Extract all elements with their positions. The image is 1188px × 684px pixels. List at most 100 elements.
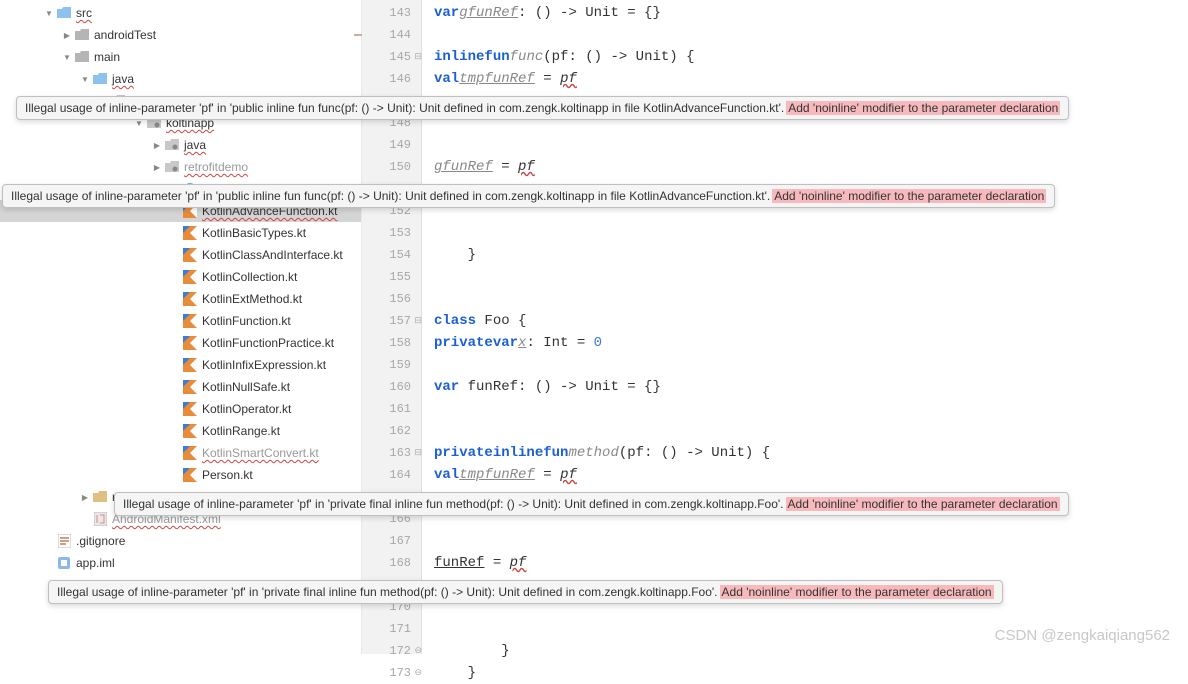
gutter-line-163[interactable]: 163⊟ <box>362 442 421 464</box>
tree-arrow-icon[interactable] <box>170 338 180 348</box>
tree-item-app-iml[interactable]: app.iml <box>0 552 361 574</box>
tree-item-kotlinfunctionpractice-kt[interactable]: KotlinFunctionPractice.kt <box>0 332 361 354</box>
gutter-line-144[interactable]: 144 <box>362 24 421 46</box>
tree-item-java[interactable]: ▶java <box>0 134 361 156</box>
tree-item-androidtest[interactable]: ▶androidTest <box>0 24 361 46</box>
tree-item-kotlinfunction-kt[interactable]: KotlinFunction.kt <box>0 310 361 332</box>
error-tooltip[interactable]: Illegal usage of inline-parameter 'pf' i… <box>2 184 1055 208</box>
tooltip-fix[interactable]: Add 'noinline' modifier to the parameter… <box>786 101 1060 115</box>
gutter-line-156[interactable]: 156 <box>362 288 421 310</box>
tree-arrow-icon[interactable] <box>170 272 180 282</box>
tree-item-kotlinrange-kt[interactable]: KotlinRange.kt <box>0 420 361 442</box>
tree-arrow-icon[interactable] <box>170 382 180 392</box>
gutter-line-146[interactable]: 146 <box>362 68 421 90</box>
code-line-155[interactable] <box>422 266 1188 288</box>
tree-arrow-icon[interactable] <box>44 536 54 546</box>
code-line-144[interactable] <box>422 24 1188 46</box>
gutter-line-173[interactable]: 173⊖ <box>362 662 421 684</box>
gutter-line-171[interactable]: 171 <box>362 618 421 640</box>
gutter-line-150[interactable]: 150 <box>362 156 421 178</box>
tree-item-retrofitdemo[interactable]: ▶retrofitdemo <box>0 156 361 178</box>
gutter-line-157[interactable]: 157⊟ <box>362 310 421 332</box>
tree-item-kotlinnullsafe-kt[interactable]: KotlinNullSafe.kt <box>0 376 361 398</box>
code-line-173[interactable]: } <box>422 662 1188 684</box>
tree-item-kotlinbasictypes-kt[interactable]: KotlinBasicTypes.kt <box>0 222 361 244</box>
code-line-159[interactable] <box>422 354 1188 376</box>
code-line-161[interactable] <box>422 398 1188 420</box>
code-line-153[interactable] <box>422 222 1188 244</box>
code-line-143[interactable]: var gfunRef: () -> Unit = {} <box>422 2 1188 24</box>
tree-item-kotlininfixexpression-kt[interactable]: KotlinInfixExpression.kt <box>0 354 361 376</box>
tree-arrow-icon[interactable] <box>170 448 180 458</box>
tooltip-fix[interactable]: Add 'noinline' modifier to the parameter… <box>786 497 1060 511</box>
tree-item-main[interactable]: ▼main <box>0 46 361 68</box>
tree-item-kotlinclassandinterface-kt[interactable]: KotlinClassAndInterface.kt <box>0 244 361 266</box>
code-line-162[interactable] <box>422 420 1188 442</box>
tree-item-java[interactable]: ▼java <box>0 68 361 90</box>
folder-icon <box>74 28 90 42</box>
tree-arrow-icon[interactable] <box>170 316 180 326</box>
code-line-163[interactable]: private inline fun method(pf: () -> Unit… <box>422 442 1188 464</box>
tree-arrow-icon[interactable]: ▶ <box>152 140 162 150</box>
tree-arrow-icon[interactable]: ▼ <box>44 8 54 18</box>
gutter-line-161[interactable]: 161 <box>362 398 421 420</box>
tree-arrow-icon[interactable]: ▶ <box>62 30 72 40</box>
tooltip-fix[interactable]: Add 'noinline' modifier to the parameter… <box>720 585 994 599</box>
tree-item-kotlinoperator-kt[interactable]: KotlinOperator.kt <box>0 398 361 420</box>
tree-item-kotlincollection-kt[interactable]: KotlinCollection.kt <box>0 266 361 288</box>
tree-arrow-icon[interactable] <box>170 360 180 370</box>
code-line-149[interactable] <box>422 134 1188 156</box>
tree-arrow-icon[interactable] <box>170 250 180 260</box>
tree-arrow-icon[interactable] <box>170 404 180 414</box>
code-line-156[interactable] <box>422 288 1188 310</box>
code-line-158[interactable]: private var x: Int = 0 <box>422 332 1188 354</box>
code-line-167[interactable] <box>422 530 1188 552</box>
gutter-line-162[interactable]: 162 <box>362 420 421 442</box>
fold-open-icon[interactable]: ⊟ <box>414 448 422 458</box>
code-line-154[interactable]: } <box>422 244 1188 266</box>
tree-arrow-icon[interactable] <box>170 426 180 436</box>
gutter-line-168[interactable]: 168 <box>362 552 421 574</box>
gutter-line-172[interactable]: 172⊖ <box>362 640 421 662</box>
fold-open-icon[interactable]: ⊟ <box>414 52 422 62</box>
gutter-line-153[interactable]: 153 <box>362 222 421 244</box>
tree-arrow-icon[interactable]: ▶ <box>152 162 162 172</box>
gutter-line-154[interactable]: 154 <box>362 244 421 266</box>
error-tooltip[interactable]: Illegal usage of inline-parameter 'pf' i… <box>114 492 1069 516</box>
tree-arrow-icon[interactable]: ▼ <box>62 52 72 62</box>
code-line-164[interactable]: val tmpfunRef = pf <box>422 464 1188 486</box>
gutter-line-149[interactable]: 149 <box>362 134 421 156</box>
tree-arrow-icon[interactable]: ▼ <box>80 74 90 84</box>
tree-item-src[interactable]: ▼src <box>0 2 361 24</box>
error-tooltip[interactable]: Illegal usage of inline-parameter 'pf' i… <box>16 96 1069 120</box>
fold-close-icon[interactable]: ⊖ <box>414 668 422 678</box>
gutter-line-145[interactable]: 145⊟ <box>362 46 421 68</box>
tooltip-fix[interactable]: Add 'noinline' modifier to the parameter… <box>772 189 1046 203</box>
gutter-line-158[interactable]: 158 <box>362 332 421 354</box>
code-line-145[interactable]: inline fun func(pf: () -> Unit) { <box>422 46 1188 68</box>
code-line-168[interactable]: funRef = pf <box>422 552 1188 574</box>
fold-close-icon[interactable]: ⊖ <box>414 646 422 656</box>
tree-item-kotlinextmethod-kt[interactable]: KotlinExtMethod.kt <box>0 288 361 310</box>
code-line-146[interactable]: val tmpfunRef = pf <box>422 68 1188 90</box>
tree-arrow-icon[interactable] <box>170 470 180 480</box>
tree-arrow-icon[interactable] <box>44 558 54 568</box>
fold-open-icon[interactable]: ⊟ <box>414 316 422 326</box>
code-line-157[interactable]: class Foo { <box>422 310 1188 332</box>
code-line-150[interactable]: gfunRef = pf <box>422 156 1188 178</box>
gutter-line-155[interactable]: 155 <box>362 266 421 288</box>
tree-item-person-kt[interactable]: Person.kt <box>0 464 361 486</box>
gutter-line-159[interactable]: 159 <box>362 354 421 376</box>
error-tooltip[interactable]: Illegal usage of inline-parameter 'pf' i… <box>48 580 1003 604</box>
gutter-line-167[interactable]: 167 <box>362 530 421 552</box>
tree-arrow-icon[interactable] <box>170 294 180 304</box>
tree-arrow-icon[interactable]: ▶ <box>80 492 90 502</box>
tree-item-kotlinsmartconvert-kt[interactable]: KotlinSmartConvert.kt <box>0 442 361 464</box>
gutter-line-160[interactable]: 160 <box>362 376 421 398</box>
tree-arrow-icon[interactable] <box>80 514 90 524</box>
tree-item--gitignore[interactable]: .gitignore <box>0 530 361 552</box>
gutter-line-164[interactable]: 164 <box>362 464 421 486</box>
code-line-160[interactable]: var funRef: () -> Unit = {} <box>422 376 1188 398</box>
gutter-line-143[interactable]: 143 <box>362 2 421 24</box>
tree-arrow-icon[interactable] <box>170 228 180 238</box>
